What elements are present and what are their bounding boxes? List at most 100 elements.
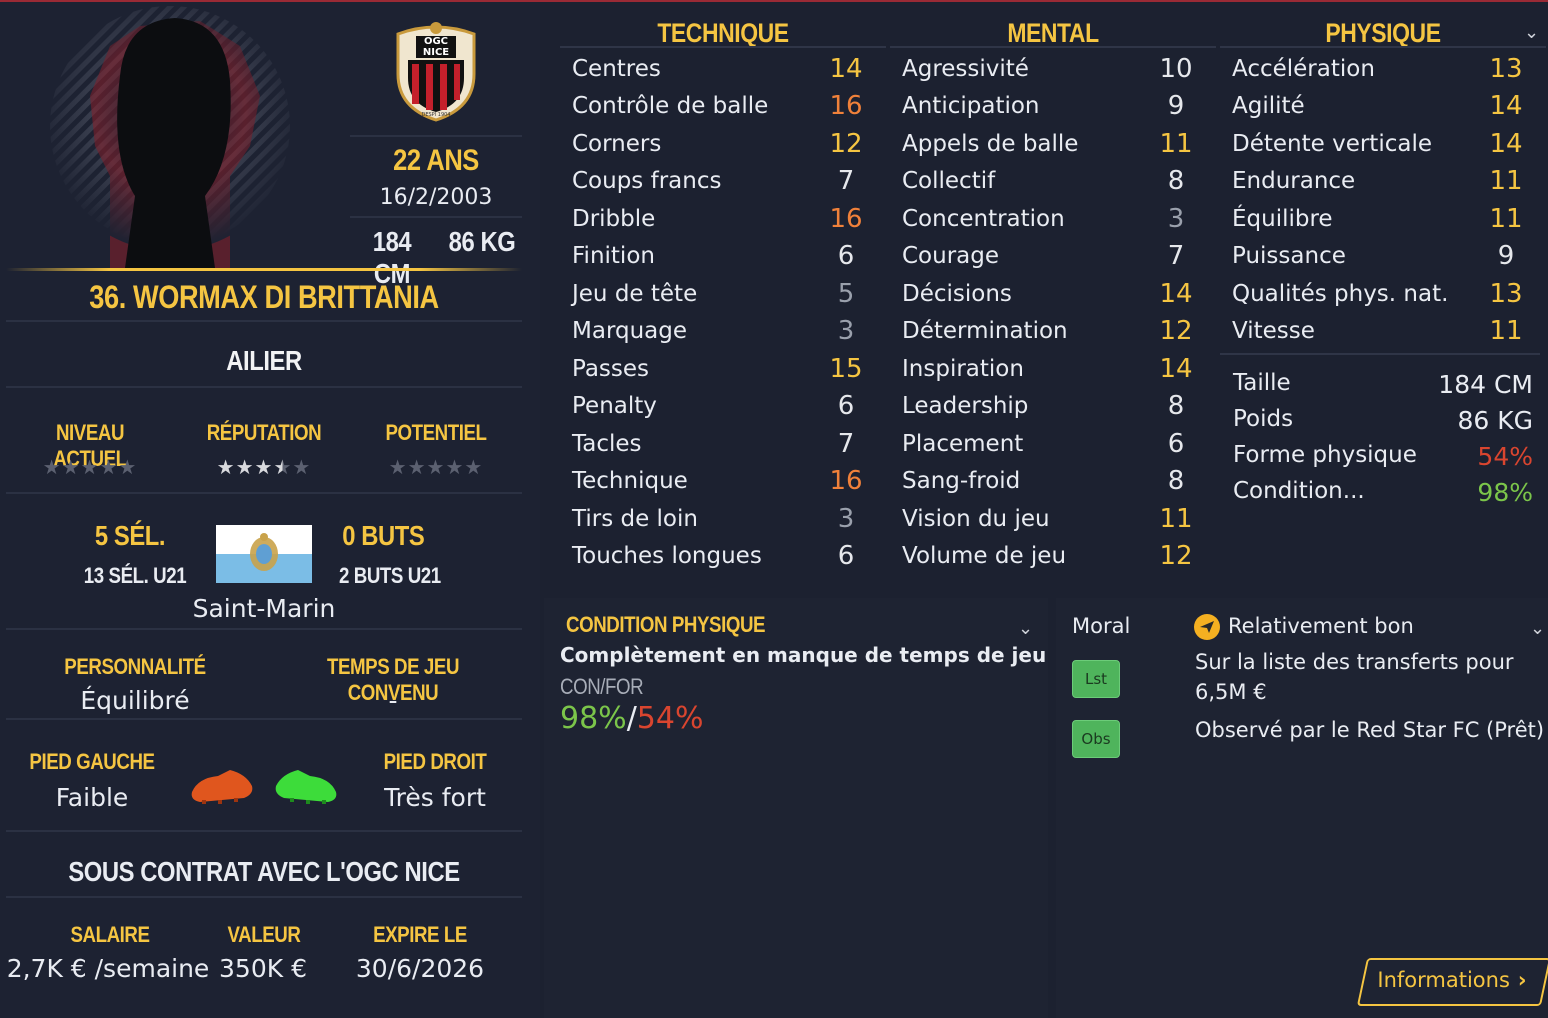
divider: [1220, 353, 1540, 355]
physique-header: PHYSIQUE: [1325, 18, 1441, 48]
weight-label: Poids: [1233, 406, 1294, 432]
attribute-row[interactable]: Passes 15: [560, 350, 866, 387]
attribute-row[interactable]: Leadership 8: [890, 388, 1196, 425]
mental-attributes: Agressivité 10 Anticipation 9 Appels de ball…: [890, 50, 1196, 580]
chevron-down-icon[interactable]: ⌄: [1530, 618, 1545, 639]
attribute-row[interactable]: Vitesse 11: [1220, 313, 1526, 350]
divider: [6, 320, 522, 322]
attribute-row[interactable]: Centres 14: [560, 50, 866, 87]
attribute-row[interactable]: Dribble 16: [560, 200, 866, 237]
attribute-row[interactable]: Tirs de loin 3: [560, 500, 866, 537]
attribute-name: Passes: [572, 355, 650, 382]
attribute-name: Courage: [902, 243, 1000, 269]
expire-label: EXPIRE LE: [373, 922, 467, 947]
attribute-name: Endurance: [1232, 168, 1356, 194]
attribute-row[interactable]: Agilité 14: [1220, 88, 1526, 125]
attribute-value: 9: [1167, 91, 1185, 121]
attribute-row[interactable]: Appels de balle 11: [890, 125, 1196, 162]
personality-value: Équilibré: [80, 686, 190, 715]
attribute-value: 16: [829, 203, 863, 234]
attribute-row[interactable]: Finition 6: [560, 238, 866, 275]
left-foot-value: Faible: [55, 783, 129, 812]
potential-label: POTENTIEL: [385, 420, 487, 445]
height-value: 184 CM: [1438, 370, 1533, 399]
attribute-row[interactable]: Collectif 8: [890, 163, 1196, 200]
attribute-row[interactable]: Décisions 14: [890, 275, 1196, 312]
attribute-row[interactable]: Touches longues 6: [560, 538, 866, 575]
expire-value: 30/6/2026: [355, 954, 485, 983]
attribute-row[interactable]: Inspiration 14: [890, 350, 1196, 387]
attribute-name: Équilibre: [1232, 205, 1333, 232]
attribute-row[interactable]: Courage 7: [890, 238, 1196, 275]
right-boot-icon: [270, 768, 340, 806]
attribute-name: Coups francs: [572, 168, 722, 194]
attribute-row[interactable]: Placement 6: [890, 425, 1196, 462]
attribute-value: 14: [1159, 353, 1193, 384]
attribute-name: Anticipation: [902, 93, 1040, 119]
attribute-name: Marquage: [572, 318, 688, 344]
attribute-row[interactable]: Accélération 13: [1220, 50, 1526, 87]
attribute-value: 10: [1159, 53, 1193, 84]
attribute-row[interactable]: Technique 16: [560, 463, 866, 500]
attribute-name: Jeu de tête: [572, 280, 698, 307]
silhouette-icon: [45, 6, 295, 268]
attribute-name: Vitesse: [1232, 318, 1315, 344]
attribute-value: 8: [1167, 166, 1185, 196]
right-foot-label: PIED DROIT: [383, 749, 487, 774]
attribute-name: Corners: [572, 130, 662, 157]
attribute-row[interactable]: Contrôle de balle 16: [560, 88, 866, 125]
attribute-value: 7: [837, 166, 855, 196]
attribute-row[interactable]: Qualités phys. nat. 13: [1220, 275, 1526, 312]
international-caps-u21: 13 SÉL. U21: [83, 563, 187, 588]
attribute-value: 14: [1159, 278, 1193, 309]
attribute-name: Tacles: [572, 430, 642, 457]
attribute-row[interactable]: Concentration 3: [890, 200, 1196, 237]
attribute-row[interactable]: Penalty 6: [560, 388, 866, 425]
transfer-list-badge[interactable]: Lst: [1072, 660, 1120, 698]
attribute-value: 11: [1489, 203, 1523, 234]
technique-header: TECHNIQUE: [657, 18, 789, 48]
attribute-name: Finition: [572, 243, 655, 269]
attribute-row[interactable]: Sang-froid 8: [890, 463, 1196, 500]
attribute-name: Détente verticale: [1232, 130, 1432, 157]
chevron-down-icon[interactable]: ⌄: [1524, 22, 1544, 43]
attribute-row[interactable]: Marquage 3: [560, 313, 866, 350]
attribute-name: Placement: [902, 430, 1024, 457]
salary-value: 2,7K € /semaine: [6, 954, 210, 983]
attribute-name: Concentration: [902, 205, 1065, 232]
attribute-row[interactable]: Anticipation 9: [890, 88, 1196, 125]
attribute-row[interactable]: Détermination 12: [890, 313, 1196, 350]
international-goals-u21: 2 BUTS U21: [339, 563, 441, 588]
attribute-row[interactable]: Tacles 7: [560, 425, 866, 462]
attribute-row[interactable]: Équilibre 11: [1220, 200, 1526, 237]
attribute-value: 14: [1489, 128, 1523, 159]
attribute-name: Accélération: [1232, 55, 1375, 82]
attribute-row[interactable]: Puissance 9: [1220, 238, 1526, 275]
attribute-row[interactable]: Agressivité 10: [890, 50, 1196, 87]
attribute-value: 14: [829, 53, 863, 84]
attribute-value: 11: [1159, 128, 1193, 159]
attribute-value: 13: [1489, 53, 1523, 84]
attribute-value: 9: [1497, 241, 1515, 271]
attribute-row[interactable]: Endurance 11: [1220, 163, 1526, 200]
attribute-row[interactable]: Volume de jeu 12: [890, 538, 1196, 575]
divider: [6, 718, 522, 720]
attribute-name: Dribble: [572, 205, 656, 232]
attribute-row[interactable]: Corners 12: [560, 125, 866, 162]
salary-label: SALAIRE: [70, 922, 150, 947]
scouted-badge[interactable]: Obs: [1072, 720, 1120, 758]
attribute-name: Appels de balle: [902, 130, 1079, 157]
attribute-row[interactable]: Jeu de tête 5: [560, 275, 866, 312]
club-badge-year: DESPI 1904: [421, 112, 451, 118]
attribute-row[interactable]: Coups francs 7: [560, 163, 866, 200]
informations-button-label[interactable]: Informations ›: [1362, 958, 1542, 1002]
condition-value: 98%: [1477, 478, 1533, 507]
divider: [1220, 46, 1546, 48]
attribute-value: 5: [837, 278, 855, 309]
club-badge-text: OGC NICE: [416, 36, 456, 58]
chevron-down-icon[interactable]: ⌄: [1018, 618, 1033, 639]
form-value: 54%: [1477, 442, 1533, 471]
attribute-name: Leadership: [902, 393, 1029, 419]
attribute-row[interactable]: Détente verticale 14: [1220, 125, 1526, 162]
attribute-row[interactable]: Vision du jeu 11: [890, 500, 1196, 537]
